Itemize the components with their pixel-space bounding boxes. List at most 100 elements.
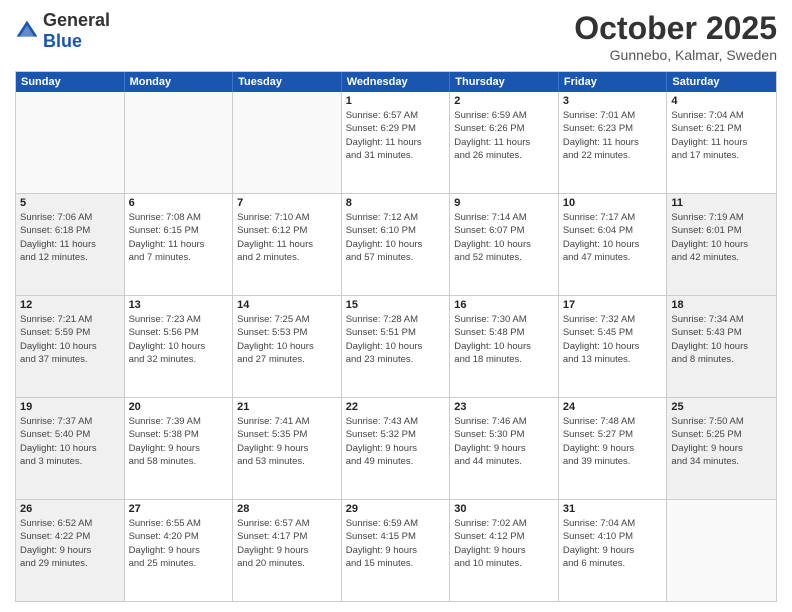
- day-cell-15: 15Sunrise: 7:28 AM Sunset: 5:51 PM Dayli…: [342, 296, 451, 397]
- day-number: 1: [346, 95, 446, 107]
- day-info: Sunrise: 7:46 AM Sunset: 5:30 PM Dayligh…: [454, 415, 554, 468]
- day-number: 23: [454, 401, 554, 413]
- day-cell-10: 10Sunrise: 7:17 AM Sunset: 6:04 PM Dayli…: [559, 194, 668, 295]
- empty-cell: [125, 92, 234, 193]
- day-info: Sunrise: 7:08 AM Sunset: 6:15 PM Dayligh…: [129, 211, 229, 264]
- day-info: Sunrise: 7:19 AM Sunset: 6:01 PM Dayligh…: [671, 211, 772, 264]
- day-cell-11: 11 Sunrise: 7:19 AM Sunset: 6:01 PM Dayli…: [667, 194, 776, 295]
- day-number: 31: [563, 503, 663, 515]
- day-info: Sunrise: 6:57 AM Sunset: 6:29 PM Dayligh…: [346, 109, 446, 162]
- day-info: Sunrise: 7:41 AM Sunset: 5:35 PM Dayligh…: [237, 415, 337, 468]
- day-number: 18: [671, 299, 772, 311]
- header-day-thursday: Thursday: [450, 72, 559, 92]
- day-cell-24: 24 Sunrise: 7:48 AM Sunset: 5:27 PM Dayli…: [559, 398, 668, 499]
- page: General Blue October 2025 Gunnebo, Kalma…: [0, 0, 792, 612]
- day-number: 16: [454, 299, 554, 311]
- day-info: Sunrise: 6:55 AM Sunset: 4:20 PM Dayligh…: [129, 517, 229, 570]
- day-info: Sunrise: 7:12 AM Sunset: 6:10 PM Dayligh…: [346, 211, 446, 264]
- day-info: Sunrise: 7:34 AM Sunset: 5:43 PM Dayligh…: [671, 313, 772, 366]
- week-row-3: 12Sunrise: 7:21 AM Sunset: 5:59 PM Dayli…: [16, 296, 776, 398]
- logo-icon: [15, 19, 39, 43]
- day-number: 27: [129, 503, 229, 515]
- week-row-4: 19Sunrise: 7:37 AM Sunset: 5:40 PM Dayli…: [16, 398, 776, 500]
- week-row-1: 1 Sunrise: 6:57 AM Sunset: 6:29 PM Daylig…: [16, 92, 776, 194]
- day-number: 29: [346, 503, 446, 515]
- week-row-2: 5Sunrise: 7:06 AM Sunset: 6:18 PM Daylig…: [16, 194, 776, 296]
- header-day-monday: Monday: [125, 72, 234, 92]
- day-cell-27: 27 Sunrise: 6:55 AM Sunset: 4:20 PM Dayli…: [125, 500, 234, 601]
- header-day-wednesday: Wednesday: [342, 72, 451, 92]
- day-number: 26: [20, 503, 120, 515]
- day-info: Sunrise: 6:59 AM Sunset: 4:15 PM Dayligh…: [346, 517, 446, 570]
- day-cell-26: 26 Sunrise: 6:52 AM Sunset: 4:22 PM Dayli…: [16, 500, 125, 601]
- day-info: Sunrise: 7:14 AM Sunset: 6:07 PM Dayligh…: [454, 211, 554, 264]
- day-number: 28: [237, 503, 337, 515]
- empty-cell: [16, 92, 125, 193]
- day-info: Sunrise: 7:04 AM Sunset: 6:21 PM Dayligh…: [671, 109, 772, 162]
- day-cell-8: 8Sunrise: 7:12 AM Sunset: 6:10 PM Daylig…: [342, 194, 451, 295]
- day-cell-28: 28 Sunrise: 6:57 AM Sunset: 4:17 PM Dayli…: [233, 500, 342, 601]
- day-info: Sunrise: 6:52 AM Sunset: 4:22 PM Dayligh…: [20, 517, 120, 570]
- day-info: Sunrise: 7:25 AM Sunset: 5:53 PM Dayligh…: [237, 313, 337, 366]
- day-number: 24: [563, 401, 663, 413]
- month-title: October 2025: [574, 10, 777, 47]
- day-info: Sunrise: 7:10 AM Sunset: 6:12 PM Dayligh…: [237, 211, 337, 264]
- day-number: 15: [346, 299, 446, 311]
- header-day-saturday: Saturday: [667, 72, 776, 92]
- calendar: SundayMondayTuesdayWednesdayThursdayFrid…: [15, 71, 777, 602]
- day-number: 3: [563, 95, 663, 107]
- day-cell-25: 25 Sunrise: 7:50 AM Sunset: 5:25 PM Dayli…: [667, 398, 776, 499]
- day-cell-3: 3 Sunrise: 7:01 AM Sunset: 6:23 PM Daylig…: [559, 92, 668, 193]
- day-info: Sunrise: 6:57 AM Sunset: 4:17 PM Dayligh…: [237, 517, 337, 570]
- title-block: October 2025 Gunnebo, Kalmar, Sweden: [574, 10, 777, 63]
- header-day-friday: Friday: [559, 72, 668, 92]
- day-cell-14: 14 Sunrise: 7:25 AM Sunset: 5:53 PM Dayli…: [233, 296, 342, 397]
- day-number: 14: [237, 299, 337, 311]
- day-number: 21: [237, 401, 337, 413]
- day-number: 17: [563, 299, 663, 311]
- day-cell-13: 13Sunrise: 7:23 AM Sunset: 5:56 PM Dayli…: [125, 296, 234, 397]
- day-number: 13: [129, 299, 229, 311]
- day-number: 12: [20, 299, 120, 311]
- logo-blue: Blue: [43, 31, 82, 51]
- day-cell-30: 30 Sunrise: 7:02 AM Sunset: 4:12 PM Dayli…: [450, 500, 559, 601]
- day-cell-22: 22 Sunrise: 7:43 AM Sunset: 5:32 PM Dayli…: [342, 398, 451, 499]
- day-info: Sunrise: 7:01 AM Sunset: 6:23 PM Dayligh…: [563, 109, 663, 162]
- header: General Blue October 2025 Gunnebo, Kalma…: [15, 10, 777, 63]
- day-cell-12: 12Sunrise: 7:21 AM Sunset: 5:59 PM Dayli…: [16, 296, 125, 397]
- day-number: 22: [346, 401, 446, 413]
- day-info: Sunrise: 7:02 AM Sunset: 4:12 PM Dayligh…: [454, 517, 554, 570]
- day-cell-18: 18 Sunrise: 7:34 AM Sunset: 5:43 PM Dayli…: [667, 296, 776, 397]
- day-cell-7: 7 Sunrise: 7:10 AM Sunset: 6:12 PM Daylig…: [233, 194, 342, 295]
- day-number: 11: [671, 197, 772, 209]
- day-info: Sunrise: 6:59 AM Sunset: 6:26 PM Dayligh…: [454, 109, 554, 162]
- day-number: 10: [563, 197, 663, 209]
- day-number: 25: [671, 401, 772, 413]
- day-info: Sunrise: 7:39 AM Sunset: 5:38 PM Dayligh…: [129, 415, 229, 468]
- day-number: 4: [671, 95, 772, 107]
- day-cell-16: 16 Sunrise: 7:30 AM Sunset: 5:48 PM Dayli…: [450, 296, 559, 397]
- day-cell-9: 9Sunrise: 7:14 AM Sunset: 6:07 PM Daylig…: [450, 194, 559, 295]
- empty-cell: [667, 500, 776, 601]
- day-info: Sunrise: 7:43 AM Sunset: 5:32 PM Dayligh…: [346, 415, 446, 468]
- day-info: Sunrise: 7:48 AM Sunset: 5:27 PM Dayligh…: [563, 415, 663, 468]
- day-number: 7: [237, 197, 337, 209]
- day-number: 30: [454, 503, 554, 515]
- day-cell-6: 6Sunrise: 7:08 AM Sunset: 6:15 PM Daylig…: [125, 194, 234, 295]
- subtitle: Gunnebo, Kalmar, Sweden: [574, 47, 777, 63]
- day-cell-19: 19Sunrise: 7:37 AM Sunset: 5:40 PM Dayli…: [16, 398, 125, 499]
- day-cell-23: 23 Sunrise: 7:46 AM Sunset: 5:30 PM Dayli…: [450, 398, 559, 499]
- day-cell-4: 4 Sunrise: 7:04 AM Sunset: 6:21 PM Daylig…: [667, 92, 776, 193]
- day-cell-5: 5Sunrise: 7:06 AM Sunset: 6:18 PM Daylig…: [16, 194, 125, 295]
- day-cell-29: 29 Sunrise: 6:59 AM Sunset: 4:15 PM Dayli…: [342, 500, 451, 601]
- header-day-tuesday: Tuesday: [233, 72, 342, 92]
- day-number: 20: [129, 401, 229, 413]
- day-info: Sunrise: 7:06 AM Sunset: 6:18 PM Dayligh…: [20, 211, 120, 264]
- day-info: Sunrise: 7:32 AM Sunset: 5:45 PM Dayligh…: [563, 313, 663, 366]
- day-number: 19: [20, 401, 120, 413]
- day-info: Sunrise: 7:50 AM Sunset: 5:25 PM Dayligh…: [671, 415, 772, 468]
- calendar-body: 1 Sunrise: 6:57 AM Sunset: 6:29 PM Daylig…: [16, 92, 776, 601]
- logo: General Blue: [15, 10, 110, 52]
- day-cell-21: 21 Sunrise: 7:41 AM Sunset: 5:35 PM Dayli…: [233, 398, 342, 499]
- day-info: Sunrise: 7:30 AM Sunset: 5:48 PM Dayligh…: [454, 313, 554, 366]
